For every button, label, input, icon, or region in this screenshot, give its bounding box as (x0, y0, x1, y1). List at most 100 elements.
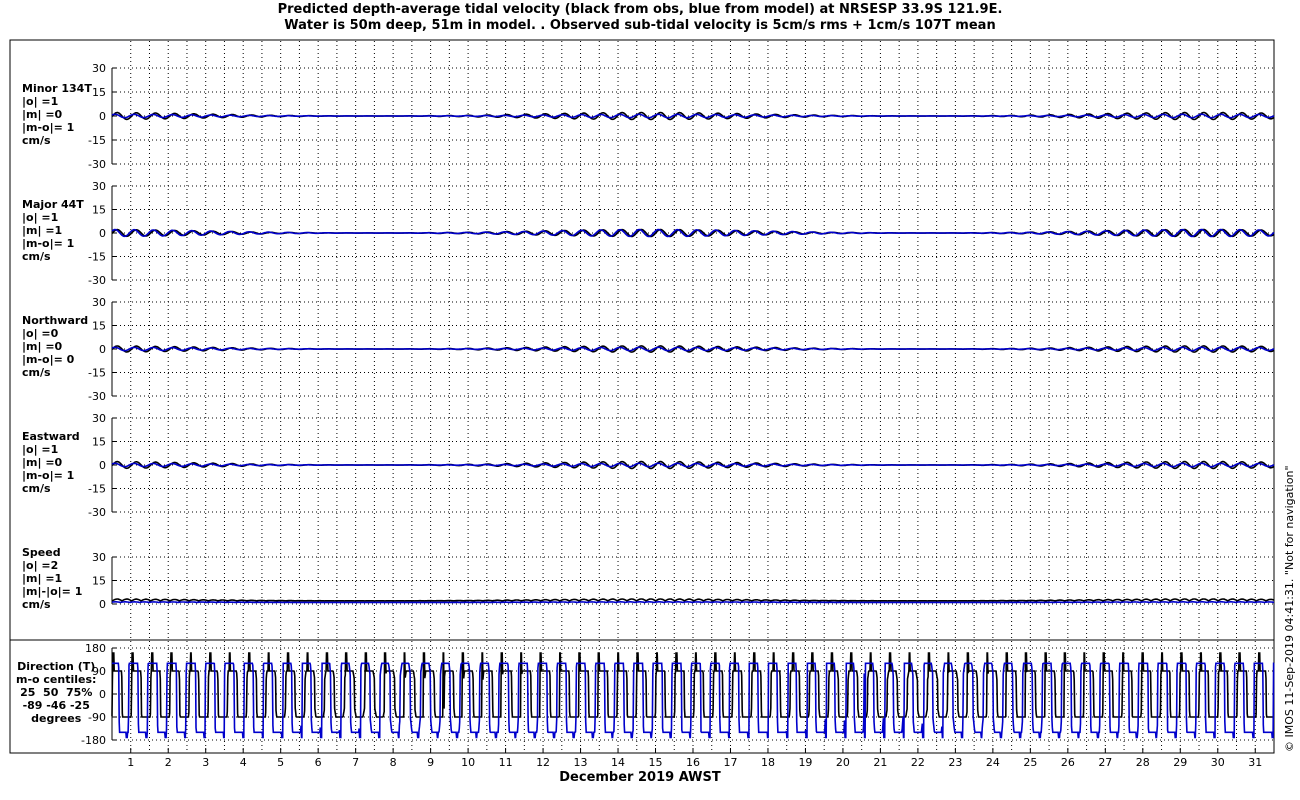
y-tick-label: -30 (88, 506, 106, 519)
panel-label-line: Direction (T) (17, 660, 96, 673)
x-tick-label: 23 (948, 756, 962, 769)
y-tick-label: 30 (92, 551, 106, 564)
panel-label-line: degrees (31, 712, 82, 725)
x-tick-label: 28 (1136, 756, 1150, 769)
x-tick-label: 31 (1248, 756, 1262, 769)
x-tick-label: 1 (127, 756, 134, 769)
series-obs-line (111, 598, 1275, 602)
x-tick-label: 2 (165, 756, 172, 769)
panel-direction: 180900-90-180 (81, 642, 1275, 747)
tidal-velocity-figure: 30150-15-3030150-15-3030150-15-3030150-1… (9, 39, 1275, 769)
x-tick-label: 4 (240, 756, 247, 769)
panel-label-line: |m-o|= 1 (22, 469, 75, 482)
y-tick-label: 30 (92, 180, 106, 193)
panel-label-eastward: Eastward |o| =1 |m| =0 |m-o|= 1 cm/s (22, 430, 80, 495)
x-axis-label: December 2019 AWST (559, 770, 721, 785)
y-tick-label: 0 (99, 598, 106, 611)
y-tick-label: 30 (92, 296, 106, 309)
x-tick-label: 29 (1173, 756, 1187, 769)
panel-label-line: |m| =0 (22, 340, 63, 353)
panel-label-line: -89 -46 -25 (22, 699, 90, 712)
y-tick-label: 0 (99, 110, 106, 123)
panel-label-line: cm/s (22, 598, 51, 611)
panel-label-line: m-o centiles: (16, 673, 97, 686)
x-tick-label: 17 (723, 756, 737, 769)
x-tick-label: 11 (499, 756, 513, 769)
x-tick-label: 12 (536, 756, 550, 769)
panel-label-line: Speed (22, 546, 61, 559)
y-tick-label: 0 (99, 227, 106, 240)
x-tick-label: 14 (611, 756, 625, 769)
y-tick-label: 15 (92, 320, 106, 333)
panel-label-minor: Minor 134T |o| =1 |m| =0 |m-o|= 1 cm/s (22, 82, 92, 147)
panel-label-line: cm/s (22, 250, 51, 263)
y-tick-label: 15 (92, 436, 106, 449)
x-tick-label: 19 (798, 756, 812, 769)
panel-label-line: |m|-|o|= 1 (22, 585, 83, 598)
y-tick-label: 0 (99, 459, 106, 472)
panel-speed: 30 15 0 (92, 551, 1275, 611)
panel-label-line: |m| =0 (22, 108, 63, 121)
x-tick-label: 3 (202, 756, 209, 769)
x-tick-label: 8 (390, 756, 397, 769)
x-tick-label: 24 (986, 756, 1000, 769)
x-tick-label: 15 (649, 756, 663, 769)
y-tick-label: 30 (92, 62, 106, 75)
y-tick-label: -30 (88, 274, 106, 287)
y-tick-label: 15 (92, 86, 106, 99)
x-tick-label: 16 (686, 756, 700, 769)
panel-label-direction: Direction (T) m-o centiles: 25 50 75% -89 -… (16, 660, 96, 725)
panel-label-line: |o| =1 (22, 443, 59, 456)
panel-label-major: Major 44T |o| =1 |m| =1 |m-o|= 1 cm/s (22, 198, 84, 263)
panel-label-line: 25 50 75% (20, 686, 93, 699)
panel-label-line: |o| =1 (22, 95, 59, 108)
panel-label-line: |o| =1 (22, 211, 59, 224)
x-tick-label: 26 (1061, 756, 1075, 769)
x-tick-label: 22 (911, 756, 925, 769)
y-tick-label: 0 (99, 343, 106, 356)
panel-label-line: |m-o|= 1 (22, 121, 75, 134)
y-tick-label: -15 (88, 483, 106, 496)
panel-label-line: Major 44T (22, 198, 84, 211)
y-tick-label: -15 (88, 251, 106, 264)
panel-label-speed: Speed |o| =2 |m| =1 |m|-|o|= 1 cm/s (22, 546, 82, 611)
x-tick-label: 27 (1098, 756, 1112, 769)
x-tick-label: 21 (873, 756, 887, 769)
x-tick-label: 20 (836, 756, 850, 769)
panel-label-line: Eastward (22, 430, 80, 443)
panel-label-line: Northward (22, 314, 89, 327)
x-tick-label: 7 (352, 756, 359, 769)
panel-label-line: Minor 134T (22, 82, 92, 95)
x-tick-label: 5 (277, 756, 284, 769)
y-tick-label: -30 (88, 390, 106, 403)
panel-label-line: |o| =2 (22, 559, 59, 572)
y-tick-label: -180 (81, 734, 106, 747)
panel-label-line: |m-o|= 0 (22, 353, 75, 366)
x-tick-label: 25 (1023, 756, 1037, 769)
y-tick-label: 15 (92, 204, 106, 217)
y-tick-label: 30 (92, 412, 106, 425)
panel-label-line: |m| =1 (22, 572, 63, 585)
series-model-line (111, 601, 1274, 604)
panel-label-line: cm/s (22, 134, 51, 147)
panel-label-line: cm/s (22, 366, 51, 379)
panel-label-line: cm/s (22, 482, 51, 495)
panel-label-northward: Northward |o| =0 |m| =0 |m-o|= 0 cm/s (22, 314, 88, 379)
x-tick-label: 18 (761, 756, 775, 769)
x-tick-label: 6 (315, 756, 322, 769)
panel-major: 30 15 0 -15 -30 (88, 180, 1275, 287)
panel-eastward: 30 15 0 -15 -30 (88, 412, 1275, 519)
x-tick-label: 13 (574, 756, 588, 769)
x-tick-label: 30 (1211, 756, 1225, 769)
panel-label-line: |m-o|= 1 (22, 237, 75, 250)
y-tick-label: -15 (88, 367, 106, 380)
x-tick-label: 9 (427, 756, 434, 769)
panel-minor: 30150-15-30 (88, 62, 1275, 171)
panel-northward: 30 15 0 -15 -30 (88, 296, 1275, 403)
y-tick-label: 0 (99, 688, 106, 701)
x-tick-label: 10 (461, 756, 475, 769)
y-tick-label: 180 (85, 642, 106, 655)
panel-label-line: |m| =0 (22, 456, 63, 469)
y-tick-label: 15 (92, 575, 106, 588)
panel-label-line: |m| =1 (22, 224, 63, 237)
